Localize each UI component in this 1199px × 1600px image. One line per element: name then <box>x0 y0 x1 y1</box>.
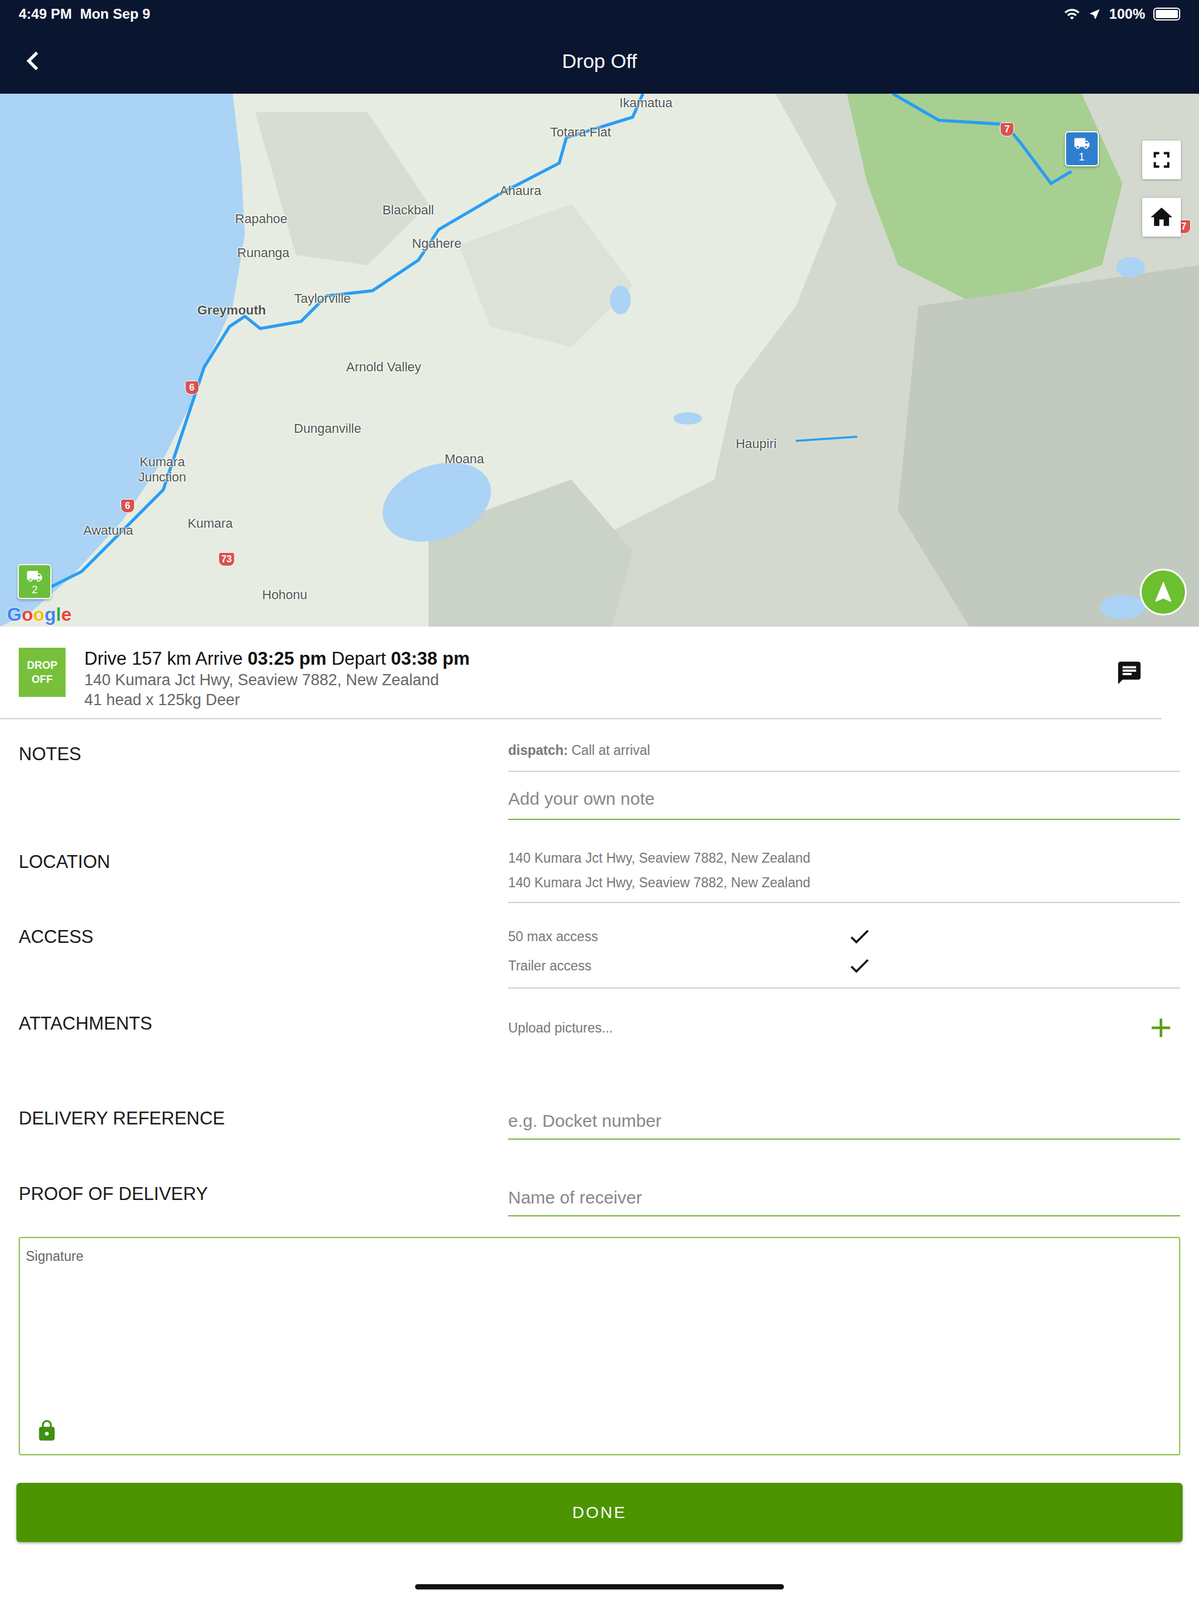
place-label: Rapahoe <box>235 211 288 227</box>
status-date: Mon Sep 9 <box>80 5 151 23</box>
delivery-reference-row: DELIVERY REFERENCE <box>18 1101 1181 1140</box>
stop-pin[interactable]: 2 <box>17 563 52 599</box>
drop-off-form: NOTESdispatch:Call at arrival LOCATION140… <box>0 718 1199 1600</box>
delivery-reference-input[interactable] <box>508 1101 1181 1140</box>
place-label: Kumara Junction <box>138 454 187 485</box>
home-indicator <box>415 1583 784 1589</box>
location-arrow-icon <box>1088 7 1102 21</box>
place-label: Dunganville <box>293 420 362 437</box>
back-button[interactable] <box>14 42 52 80</box>
place-label: Hohonu <box>262 587 308 603</box>
road-shield: 6 <box>185 380 200 395</box>
access-item: Trailer access <box>508 950 1181 981</box>
stop-pin-number: 2 <box>31 584 38 595</box>
notes-content: dispatch:Call at arrival <box>508 737 1181 820</box>
stop-pin[interactable]: 1 <box>1064 131 1099 167</box>
navigation-arrow-icon <box>1150 579 1177 605</box>
road-shield: 6 <box>120 498 135 513</box>
stop-times: Drive 157 km Arrive 03:25 pm Depart 03:3… <box>84 647 1098 670</box>
place-label: Arnold Valley <box>346 359 421 375</box>
route-map[interactable]: Ikamatua Totara Flat Ahaura Rapahoe Blackbal… <box>0 93 1199 627</box>
attachments-row: ATTACHMENTSUpload pictures... <box>18 1011 1181 1044</box>
place-label: Blackball <box>382 202 434 218</box>
section-label: ACCESS <box>18 921 509 949</box>
location-line: 140 Kumara Jct Hwy, Seaview 7882, New Ze… <box>508 869 1181 895</box>
add-attachment-button[interactable] <box>1145 1011 1177 1044</box>
road-shield: 73 <box>218 552 235 567</box>
check-icon <box>841 923 878 949</box>
place-label: Totara Flat <box>550 124 612 140</box>
navigate-button[interactable] <box>1139 568 1187 616</box>
place-label: Moana <box>444 451 484 467</box>
status-left: 4:49 PM Mon Sep 9 <box>18 5 151 23</box>
place-label: Awatuna <box>83 522 133 539</box>
road-shield: 7 <box>999 122 1014 137</box>
message-icon <box>1115 659 1143 687</box>
section-label: NOTES <box>18 737 509 766</box>
signature-label: Signature <box>25 1248 1174 1264</box>
status-time: 4:49 PM <box>18 5 73 23</box>
upload-pictures: Upload pictures... <box>508 1011 1181 1044</box>
stop-pin-number: 1 <box>1078 151 1085 163</box>
plus-icon <box>1145 1011 1177 1044</box>
fullscreen-icon <box>1148 146 1175 174</box>
proof-of-delivery-row: PROOF OF DELIVERY <box>18 1178 1181 1216</box>
stop-header: DROP OFF Drive 157 km Arrive 03:25 pm Dep… <box>0 626 1162 719</box>
stop-cargo: 41 head x 125kg Deer <box>84 689 1098 710</box>
drop-off-screen: 4:49 PM Mon Sep 9 100% Drop Off Ikamatua Tota… <box>0 0 1199 1600</box>
dispatch-note: dispatch:Call at arrival <box>508 737 1181 772</box>
notes-row: NOTESdispatch:Call at arrival <box>18 737 1181 820</box>
messages-button[interactable] <box>1115 659 1143 687</box>
status-bar: 4:49 PM Mon Sep 9 100% <box>0 0 1199 29</box>
stop-text: Drive 157 km Arrive 03:25 pm Depart 03:3… <box>84 647 1098 710</box>
place-label: Kumara <box>187 515 234 532</box>
status-right: 100% <box>1063 5 1181 23</box>
truck-icon <box>26 567 43 585</box>
done-button[interactable]: DONE <box>16 1482 1183 1542</box>
top-bars: 4:49 PM Mon Sep 9 100% Drop Off <box>0 0 1199 94</box>
home-button[interactable] <box>1142 197 1181 237</box>
receiver-name-input[interactable] <box>508 1178 1181 1216</box>
stop-address: 140 Kumara Jct Hwy, Seaview 7882, New Ze… <box>84 669 1098 690</box>
access-item: 50 max access <box>508 921 1181 951</box>
wifi-icon <box>1063 5 1081 23</box>
place-label: Runanga <box>237 245 290 261</box>
location-row: LOCATION140 Kumara Jct Hwy, Seaview 7882… <box>18 845 1181 903</box>
signature-pad[interactable]: Signature <box>18 1236 1181 1455</box>
google-logo: Google <box>7 603 72 626</box>
own-note-input[interactable] <box>508 771 1181 820</box>
nav-title: Drop Off <box>562 49 637 73</box>
home-icon <box>1148 204 1175 231</box>
battery-icon <box>1153 7 1181 21</box>
fullscreen-button[interactable] <box>1142 140 1181 180</box>
drop-off-badge: DROP OFF <box>18 647 66 697</box>
truck-icon <box>1073 135 1091 152</box>
section-label: DELIVERY REFERENCE <box>18 1101 509 1130</box>
place-label: Ikamatua <box>619 95 673 111</box>
nav-bar: Drop Off <box>0 28 1199 94</box>
access-list: 50 max accessTrailer access <box>508 921 1181 989</box>
access-row: ACCESS50 max accessTrailer access <box>18 921 1181 989</box>
location-lines: 140 Kumara Jct Hwy, Seaview 7882, New Ze… <box>508 845 1181 903</box>
battery-percent: 100% <box>1109 5 1146 23</box>
place-label: Taylorville <box>293 290 351 307</box>
place-label: Ngahere <box>412 235 462 252</box>
section-label: ATTACHMENTS <box>18 1011 509 1036</box>
section-label: PROOF OF DELIVERY <box>18 1178 509 1206</box>
place-label: Haupiri <box>735 436 777 452</box>
lock-icon[interactable] <box>35 1418 1174 1442</box>
section-label: LOCATION <box>18 845 509 874</box>
map-terrain <box>0 93 1199 627</box>
place-label: Greymouth <box>197 302 266 318</box>
battery-fill <box>1155 9 1178 19</box>
location-line: 140 Kumara Jct Hwy, Seaview 7882, New Ze… <box>508 845 1181 870</box>
stop-header-wrap: DROP OFF Drive 157 km Arrive 03:25 pm Dep… <box>0 626 1199 719</box>
check-icon <box>841 953 878 978</box>
place-label: Ahaura <box>499 183 541 199</box>
chevron-left-icon <box>14 42 52 80</box>
